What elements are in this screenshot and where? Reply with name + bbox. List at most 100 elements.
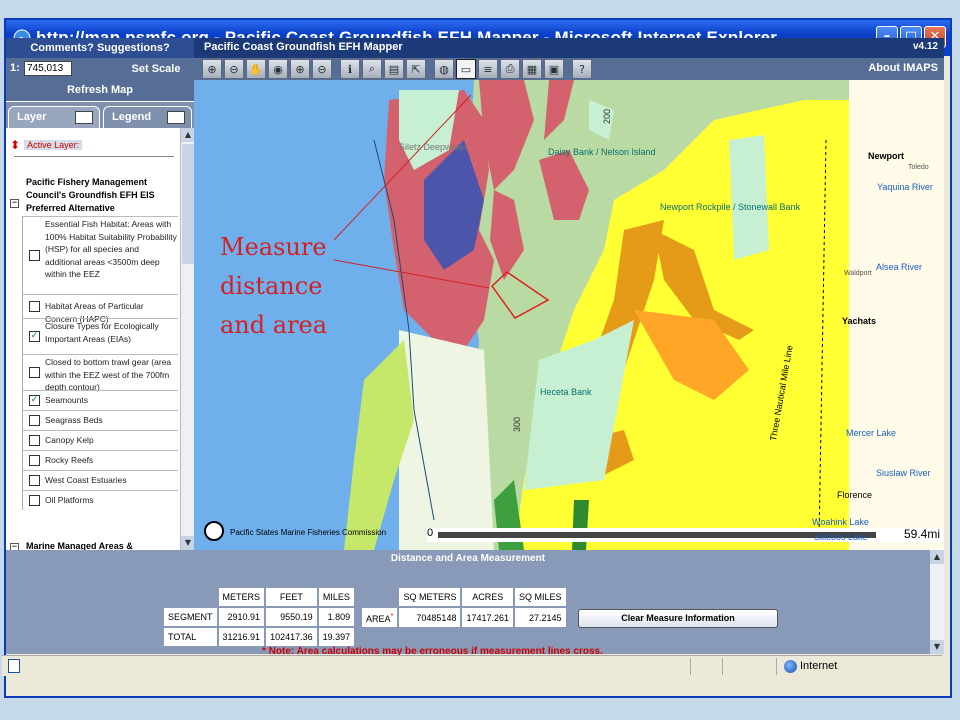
layer-row: ✓ Seamounts xyxy=(22,390,178,410)
group-title-efh: Pacific Fishery Management Council's Gro… xyxy=(26,177,155,213)
status-divider xyxy=(722,658,723,675)
find-icon[interactable]: ⌕ xyxy=(362,59,382,79)
scale-prefix: 1: xyxy=(10,62,20,74)
reorder-arrows-icon[interactable]: ⬍ xyxy=(10,138,20,152)
tool-icons: ⊕ ⊖ ✋ ◉ ⊕ ⊖ ℹ ⌕ ▤ ⇱ ◍ ▭ ≡ ⎙ ▦ ▣? xyxy=(202,59,592,79)
label-siltcoos: Siltcoos Lake xyxy=(814,532,868,542)
legend-tab-icon xyxy=(167,111,185,124)
status-bar: Internet xyxy=(2,655,942,676)
layer-checkbox-checked[interactable]: ✓ xyxy=(29,331,40,342)
layer-checkbox[interactable] xyxy=(29,435,40,446)
layer-checkbox[interactable] xyxy=(29,301,40,312)
distance-table: METERS FEET MILES SEGMENT 2910.91 9550.1… xyxy=(162,586,356,648)
measure-title: Distance and Area Measurement xyxy=(390,553,546,564)
scroll-up-icon[interactable]: ▲ xyxy=(930,550,944,564)
layer-checkbox[interactable] xyxy=(29,367,40,378)
security-zone-label: Internet xyxy=(800,660,838,672)
identify-icon[interactable]: ℹ xyxy=(340,59,360,79)
internet-zone-icon xyxy=(784,660,797,673)
status-divider xyxy=(690,658,691,675)
cell: 31216.91 xyxy=(218,628,265,646)
pan-hand-icon[interactable]: ✋ xyxy=(246,59,266,79)
label-woahink: Woahink Lake xyxy=(812,517,869,527)
table-row: TOTAL 31216.91 102417.36 19.397 xyxy=(164,628,355,646)
layers-icon[interactable]: ▦ xyxy=(522,59,542,79)
cell: 19.397 xyxy=(318,628,355,646)
cell: 102417.36 xyxy=(266,628,317,646)
layer-row: Seagrass Beds xyxy=(22,410,178,430)
version-label: v4.12 xyxy=(912,41,938,52)
cell: 17417.261 xyxy=(462,608,513,627)
measure-annotation: Measure distance and area xyxy=(220,228,340,345)
cell: 1.809 xyxy=(318,608,355,626)
layer-checkbox-checked[interactable]: ✓ xyxy=(29,395,40,406)
collapse-group-icon[interactable]: − xyxy=(10,543,19,550)
zoom-active-icon[interactable]: ⊕ xyxy=(290,59,310,79)
zoom-in-icon[interactable]: ⊕ xyxy=(202,59,222,79)
table-row: AREA* 70485148 17417.261 27.2145 xyxy=(362,608,566,627)
set-scale-button[interactable]: Set Scale xyxy=(116,58,196,80)
full-extent-icon[interactable]: ◉ xyxy=(268,59,288,79)
about-imaps-link[interactable]: About IMAPS xyxy=(868,62,938,74)
label-newport-rockpile: Newport Rockpile / Stonewall Bank xyxy=(660,202,801,212)
layer-list: ⬍ Active Layer: − Pacific Fishery Manage… xyxy=(6,128,180,550)
layer-checkbox[interactable] xyxy=(29,495,40,506)
annotation-line: and area xyxy=(220,311,328,339)
scale-input[interactable]: 745,013 xyxy=(24,61,72,76)
query-icon[interactable]: ▤ xyxy=(384,59,404,79)
measure-icon[interactable]: ▭ xyxy=(456,59,476,79)
tab-layer[interactable]: Layer xyxy=(8,106,100,128)
collapse-group-icon[interactable]: − xyxy=(10,199,19,208)
area-label-text: AREA xyxy=(366,614,391,624)
layer-tab-icon xyxy=(75,111,93,124)
divider xyxy=(14,156,174,157)
label-heceta: Heceta Bank xyxy=(540,387,592,397)
label-siuslaw: Siuslaw River xyxy=(876,468,931,478)
area-mark: * xyxy=(390,611,394,620)
layer-checkbox[interactable] xyxy=(29,475,40,486)
measure-scrollbar[interactable]: ▲ ▼ xyxy=(930,550,944,654)
globe-icon[interactable]: ◍ xyxy=(434,59,454,79)
zoom-out-icon[interactable]: ⊖ xyxy=(224,59,244,79)
layer-label: West Coast Estuaries xyxy=(45,475,127,485)
settings-icon[interactable]: ▣ xyxy=(544,59,564,79)
layer-checkbox[interactable] xyxy=(29,250,40,261)
col-header: ACRES xyxy=(462,588,513,606)
layer-checkbox[interactable] xyxy=(29,455,40,466)
scroll-down-icon[interactable]: ▼ xyxy=(181,536,195,550)
tab-legend[interactable]: Legend xyxy=(103,106,192,128)
col-header: METERS xyxy=(218,588,265,606)
layer-label: Seamounts xyxy=(45,395,88,405)
map-toolbar: 1: 745,013 Set Scale ⊕ ⊖ ✋ ◉ ⊕ ⊖ ℹ ⌕ ▤ ⇱ ◍ ▭ ≡ ⎙ ▦ ▣? A… xyxy=(6,58,944,80)
label-waldport: Waldport xyxy=(844,270,872,277)
layer-list-scrollbar[interactable]: ▲ ▼ xyxy=(180,128,195,550)
clear-measure-button[interactable]: Clear Measure Information xyxy=(578,609,778,628)
help-icon[interactable]: ? xyxy=(572,59,592,79)
layer-label: Rocky Reefs xyxy=(45,455,94,465)
layer-row: Canopy Kelp xyxy=(22,430,178,450)
label-newport: Newport xyxy=(868,151,904,161)
layer-row: Habitat Areas of Particular Concern (HAP… xyxy=(22,294,178,324)
map-view[interactable]: Siletz Deepwater Daisy Bank / Nelson Isl… xyxy=(194,80,944,550)
map-credit: Pacific States Marine Fisheries Commissi… xyxy=(230,528,387,537)
refresh-map-button[interactable]: Refresh Map xyxy=(6,80,194,101)
page-icon xyxy=(8,659,20,673)
col-header: MILES xyxy=(318,588,355,606)
layer-row: West Coast Estuaries xyxy=(22,470,178,490)
area-label: AREA* xyxy=(362,608,398,627)
zoom-last-icon[interactable]: ⊖ xyxy=(312,59,332,79)
scroll-thumb[interactable] xyxy=(182,144,194,264)
layer-label: Seagrass Beds xyxy=(45,415,103,425)
row-label: SEGMENT xyxy=(164,608,217,626)
select-icon[interactable]: ⇱ xyxy=(406,59,426,79)
layer-checkbox[interactable] xyxy=(29,415,40,426)
cell: 70485148 xyxy=(399,608,461,627)
row-label: TOTAL xyxy=(164,628,217,646)
print-icon[interactable]: ⎙ xyxy=(500,59,520,79)
south-light-area xyxy=(399,330,494,550)
scroll-up-icon[interactable]: ▲ xyxy=(181,128,195,142)
app-title: Pacific Coast Groundfish EFH Mapper xyxy=(204,41,403,53)
scroll-down-icon[interactable]: ▼ xyxy=(930,640,944,654)
comments-button[interactable]: Comments? Suggestions? xyxy=(6,38,194,58)
buffer-icon[interactable]: ≡ xyxy=(478,59,498,79)
